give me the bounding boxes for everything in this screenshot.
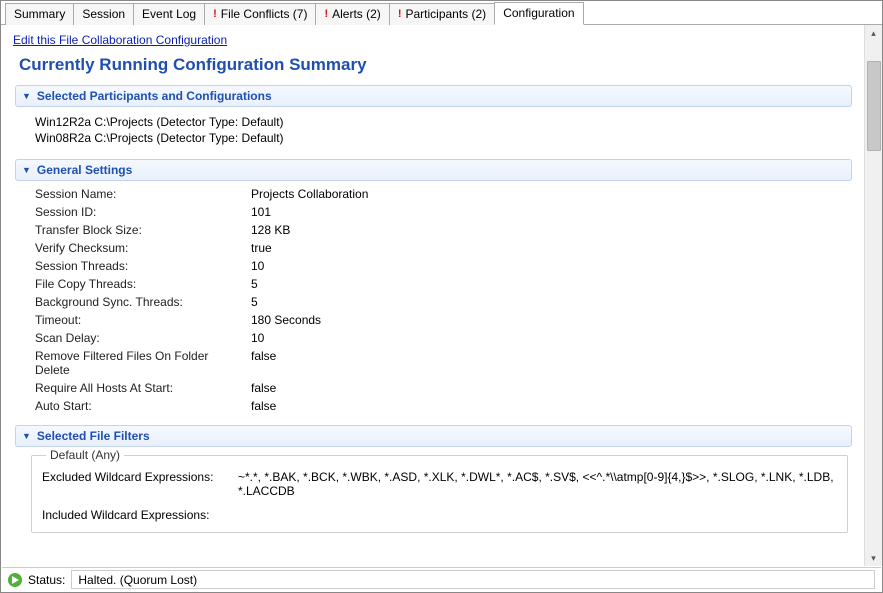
status-label: Status: (28, 573, 65, 587)
setting-value: Projects Collaboration (251, 187, 848, 201)
setting-value: 180 Seconds (251, 313, 848, 327)
setting-key: Session ID: (35, 205, 245, 219)
section-header-filters[interactable]: ▼ Selected File Filters (15, 425, 852, 447)
setting-key: Transfer Block Size: (35, 223, 245, 237)
setting-value: 128 KB (251, 223, 848, 237)
excluded-label: Excluded Wildcard Expressions: (42, 470, 232, 498)
play-icon (8, 573, 22, 587)
section-title: Selected Participants and Configurations (37, 89, 272, 103)
setting-key: Auto Start: (35, 399, 245, 413)
section-general: ▼ General Settings Session Name: Projects… (15, 159, 852, 415)
section-header-participants[interactable]: ▼ Selected Participants and Configuratio… (15, 85, 852, 107)
tab-configuration[interactable]: Configuration (494, 2, 583, 25)
participant-row: Win12R2a C:\Projects (Detector Type: Def… (35, 115, 848, 129)
excluded-value: ~*.*, *.BAK, *.BCK, *.WBK, *.ASD, *.XLK,… (238, 470, 837, 498)
scroll-track[interactable] (865, 41, 882, 550)
section-title: General Settings (37, 163, 132, 177)
chevron-down-icon: ▼ (22, 91, 31, 101)
edit-config-link[interactable]: Edit this File Collaboration Configurati… (13, 33, 227, 47)
tab-session[interactable]: Session (73, 3, 134, 25)
setting-value: 5 (251, 295, 848, 309)
setting-value: 101 (251, 205, 848, 219)
included-value (238, 508, 837, 522)
alert-icon: ! (398, 7, 402, 21)
tab-bar: Summary Session Event Log !File Conflict… (1, 1, 882, 25)
scroll-thumb[interactable] (867, 61, 881, 151)
scroll-down-arrow[interactable]: ▾ (866, 550, 882, 566)
participant-row: Win08R2a C:\Projects (Detector Type: Def… (35, 131, 848, 145)
setting-value: false (251, 381, 848, 395)
filter-legend: Default (Any) (46, 448, 124, 462)
filter-group: Default (Any) Excluded Wildcard Expressi… (31, 455, 848, 533)
setting-key: File Copy Threads: (35, 277, 245, 291)
setting-key: Background Sync. Threads: (35, 295, 245, 309)
section-header-general[interactable]: ▼ General Settings (15, 159, 852, 181)
setting-key: Verify Checksum: (35, 241, 245, 255)
setting-value: 10 (251, 331, 848, 345)
section-title: Selected File Filters (37, 429, 150, 443)
setting-key: Session Name: (35, 187, 245, 201)
setting-value: false (251, 349, 848, 377)
setting-value: 10 (251, 259, 848, 273)
vertical-scrollbar[interactable]: ▴ ▾ (864, 25, 882, 566)
tab-participants[interactable]: !Participants (2) (389, 3, 495, 25)
alert-icon: ! (324, 7, 328, 21)
setting-key: Session Threads: (35, 259, 245, 273)
alert-icon: ! (213, 7, 217, 21)
setting-value: false (251, 399, 848, 413)
setting-key: Require All Hosts At Start: (35, 381, 245, 395)
chevron-down-icon: ▼ (22, 431, 31, 441)
setting-key: Timeout: (35, 313, 245, 327)
tab-file-conflicts[interactable]: !File Conflicts (7) (204, 3, 316, 25)
setting-key: Scan Delay: (35, 331, 245, 345)
status-value: Halted. (Quorum Lost) (71, 570, 875, 589)
setting-value: true (251, 241, 848, 255)
scroll-up-arrow[interactable]: ▴ (866, 25, 882, 41)
setting-key: Remove Filtered Files On Folder Delete (35, 349, 245, 377)
chevron-down-icon: ▼ (22, 165, 31, 175)
general-settings-table: Session Name: Projects Collaboration Sess… (35, 187, 848, 413)
tab-alerts[interactable]: !Alerts (2) (315, 3, 389, 25)
section-file-filters: ▼ Selected File Filters Default (Any) Ex… (15, 425, 852, 535)
status-bar: Status: Halted. (Quorum Lost) (2, 567, 881, 591)
tab-summary[interactable]: Summary (5, 3, 74, 25)
tab-event-log[interactable]: Event Log (133, 3, 205, 25)
content-area: Edit this File Collaboration Configurati… (1, 25, 864, 566)
page-title: Currently Running Configuration Summary (19, 55, 854, 75)
setting-value: 5 (251, 277, 848, 291)
section-participants: ▼ Selected Participants and Configuratio… (15, 85, 852, 149)
included-label: Included Wildcard Expressions: (42, 508, 232, 522)
